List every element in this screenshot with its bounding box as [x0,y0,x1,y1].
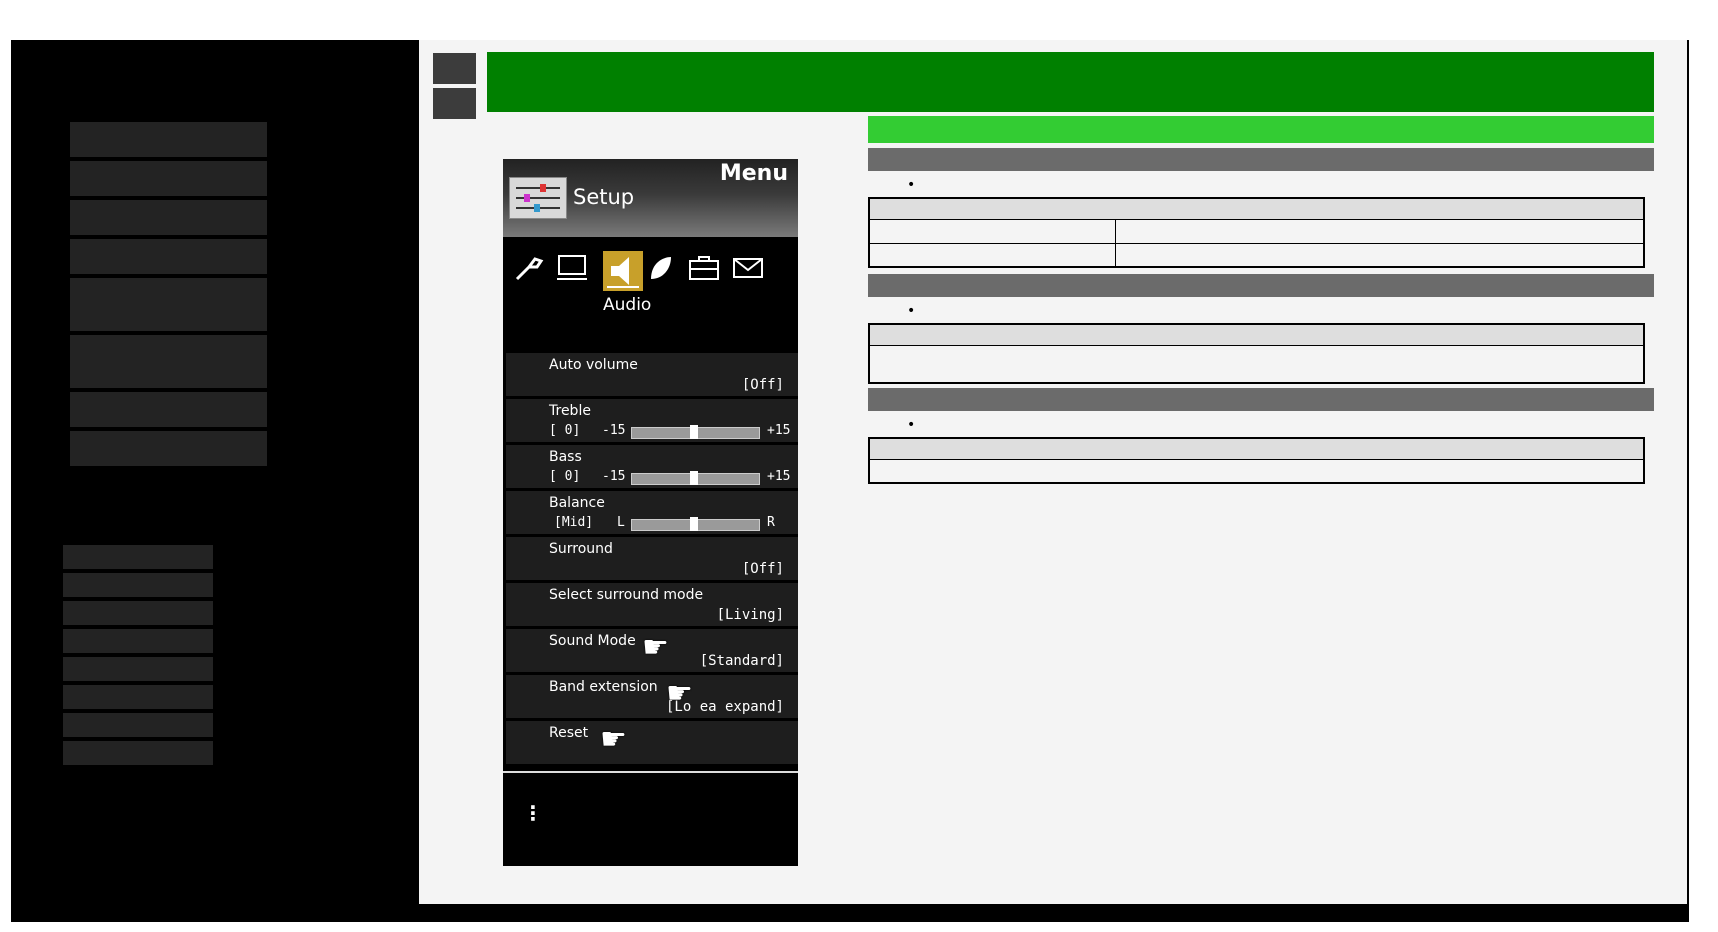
section-heading-2 [868,274,1654,297]
menu-item-label: Band extension [549,679,658,695]
sub-nav-item-3[interactable] [63,601,213,625]
pointing-hand-icon: ☛ [642,630,669,665]
menu-item-value: [Standard] [699,653,784,669]
table-cell [868,344,1645,384]
table-cell [868,218,1116,244]
speaker-icon [607,257,639,288]
menu-item-label: Treble [549,403,591,419]
bullet-1: • [907,177,916,193]
monitor-icon[interactable] [554,251,590,294]
slider-min-label: L [617,515,625,530]
sub-nav-item-5[interactable] [63,657,213,681]
nav-item-1[interactable] [70,122,267,157]
briefcase-icon[interactable] [686,251,722,294]
menu-item-label: Auto volume [549,357,638,373]
info-table-2 [868,323,1645,384]
menu-item-band-extension[interactable]: Band extension [Lo ea expand] ☛ [506,675,798,718]
menu-item-select-surround-mode[interactable]: Select surround mode [Living] [506,583,798,626]
slider-min-label: -15 [602,469,626,484]
slider-min-label: -15 [602,423,626,438]
slider-knob[interactable] [690,517,698,531]
envelope-icon[interactable] [730,251,766,294]
menu-item-bass[interactable]: Bass [ 0] -15 +15 [506,445,798,488]
more-options-icon[interactable]: ⋮ [523,803,543,823]
info-table-1 [868,197,1645,268]
active-tab-label: Audio [603,295,652,315]
table-header [868,323,1645,346]
sub-nav-item-2[interactable] [63,573,213,597]
slider-knob[interactable] [690,471,698,485]
tab-audio[interactable] [603,251,643,291]
slider-max-label: R [767,515,775,530]
bottom-bar [419,904,1689,922]
menu-item-label: Surround [549,541,613,557]
menu-top-bar: Menu Setup [503,159,798,237]
menu-item-value: [Mid] [554,515,594,530]
leaf-icon[interactable] [642,251,678,294]
info-table-3 [868,437,1645,484]
sub-nav-item-1[interactable] [63,545,213,569]
section-heading-1 [868,148,1654,171]
nav-item-6[interactable] [70,335,267,388]
nav-item-8[interactable] [70,431,267,466]
menu-item-value: [ 0] [549,469,581,484]
table-cell [1115,242,1645,268]
menu-item-auto-volume[interactable]: Auto volume [Off] [506,353,798,396]
tv-menu-screen: Menu Setup Audio Auto volume [Off] Trebl… [503,159,798,866]
side-button-1[interactable] [433,53,476,84]
menu-item-reset[interactable]: Reset ☛ [506,721,798,764]
slider-max-label: +15 [767,423,791,438]
menu-item-value: [ 0] [549,423,581,438]
menu-item-sound-mode[interactable]: Sound Mode [Standard] ☛ [506,629,798,672]
nav-item-7[interactable] [70,392,267,427]
menu-item-balance[interactable]: Balance [Mid] L R [506,491,798,534]
nav-item-3[interactable] [70,200,267,235]
bullet-2: • [907,303,916,319]
table-cell [868,458,1645,484]
menu-item-label: Select surround mode [549,587,704,603]
sub-nav-item-6[interactable] [63,685,213,709]
side-button-2[interactable] [433,88,476,119]
setup-sliders-icon [509,177,567,219]
slider-max-label: +15 [767,469,791,484]
sub-nav-item-4[interactable] [63,629,213,653]
menu-title: Menu [719,161,788,186]
pointing-hand-icon: ☛ [666,676,693,711]
page-subheader-bar [868,116,1654,143]
sub-nav-item-8[interactable] [63,741,213,765]
menu-item-value: [Off] [741,377,784,393]
menu-item-surround[interactable]: Surround [Off] [506,537,798,580]
menu-divider [503,771,798,773]
table-cell [868,242,1116,268]
menu-item-label: Bass [549,449,582,465]
bullet-3: • [907,417,916,433]
left-navigation [11,40,419,922]
menu-item-label: Reset [549,725,589,741]
table-cell [1115,218,1645,244]
table-header [868,197,1645,220]
menu-item-treble[interactable]: Treble [ 0] -15 +15 [506,399,798,442]
section-heading-3 [868,388,1654,411]
menu-item-label: Sound Mode [549,633,636,649]
nav-item-2[interactable] [70,161,267,196]
slider-knob[interactable] [690,425,698,439]
page-header-bar [487,52,1654,112]
pointing-hand-icon: ☛ [600,722,627,757]
table-header [868,437,1645,460]
nav-item-4[interactable] [70,239,267,274]
menu-item-value: [Off] [741,561,784,577]
menu-item-label: Balance [549,495,605,511]
menu-section-title: Setup [573,185,635,209]
menu-item-value: [Living] [716,607,784,623]
sub-nav-item-7[interactable] [63,713,213,737]
nav-item-5[interactable] [70,278,267,331]
wrench-icon[interactable] [510,251,546,294]
